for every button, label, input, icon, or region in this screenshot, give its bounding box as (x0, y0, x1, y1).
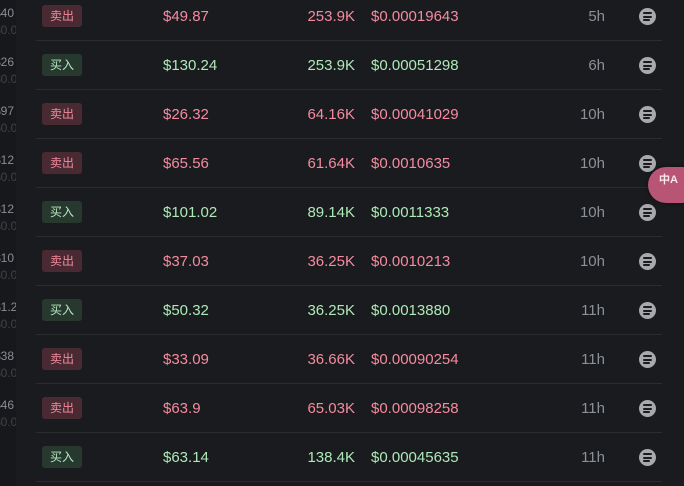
left-column-fragment: $1.2 (0, 300, 16, 314)
trade-age: 6h (588, 57, 605, 74)
trade-age: 10h (579, 253, 605, 270)
left-column-fragment: $46 (0, 398, 15, 412)
trade-type-badge: 卖出 (42, 152, 82, 174)
trade-type-badge: 卖出 (42, 397, 82, 419)
trade-price: $0.00090254 (371, 351, 459, 368)
list-detail-icon[interactable] (639, 400, 656, 417)
trade-row: 卖出 $63.9 65.03K $0.00098258 11h (36, 384, 662, 433)
trade-token-amount: 253.9K (307, 57, 355, 74)
trade-type-badge: 买入 (42, 446, 82, 468)
trade-row: 卖出 $26.32 64.16K $0.00041029 10h (36, 90, 662, 139)
trade-usd-value: $49.87 (163, 8, 209, 25)
trade-price: $0.0013880 (371, 302, 451, 319)
trade-age: 11h (581, 400, 605, 417)
left-column-fragment: $38 (0, 349, 15, 363)
trade-usd-value: $63.9 (163, 400, 201, 417)
trade-price: $0.00098258 (371, 400, 459, 417)
list-detail-icon[interactable] (639, 449, 656, 466)
trade-age: 10h (579, 106, 605, 123)
trade-usd-value: $65.56 (163, 155, 209, 172)
trade-age: 10h (579, 155, 605, 172)
left-column-fragment: $0.0 (0, 268, 16, 282)
trade-type-badge: 卖出 (42, 5, 82, 27)
trade-token-amount: 253.9K (307, 8, 355, 25)
trade-type-badge: 卖出 (42, 103, 82, 125)
trade-row: 卖出 $33.09 36.66K $0.00090254 11h (36, 335, 662, 384)
trade-age: 11h (581, 302, 605, 319)
left-column-fragment: $0.0 (0, 121, 16, 135)
trade-row: 买入 $130.24 253.9K $0.00051298 6h (36, 41, 662, 90)
trade-token-amount: 64.16K (307, 106, 355, 123)
trade-price: $0.00019643 (371, 8, 459, 25)
trade-type-badge: 买入 (42, 54, 82, 76)
trade-price: $0.00041029 (371, 106, 459, 123)
trade-usd-value: $26.32 (163, 106, 209, 123)
left-column-fragment: $0.0 (0, 366, 16, 380)
list-detail-icon[interactable] (639, 351, 656, 368)
trade-age: 5h (588, 8, 605, 25)
trade-price: $0.0010635 (371, 155, 451, 172)
translate-icon: 中A (659, 174, 678, 186)
trade-row: 卖出 $37.03 36.25K $0.0010213 10h (36, 237, 662, 286)
trade-usd-value: $33.09 (163, 351, 209, 368)
trade-row: 买入 $63.14 138.4K $0.00045635 11h (36, 433, 662, 482)
left-column-fragment: $40 (0, 6, 15, 20)
left-column-fragment: $0.0 (0, 170, 16, 184)
list-detail-icon[interactable] (639, 253, 656, 270)
trade-token-amount: 65.03K (307, 400, 355, 417)
left-column-fragment: $0.0 (0, 219, 16, 233)
trade-type-badge: 买入 (42, 201, 82, 223)
trade-type-badge: 卖出 (42, 348, 82, 370)
trade-price: $0.00045635 (371, 449, 459, 466)
trade-price: $0.0010213 (371, 253, 451, 270)
trade-age: 10h (579, 204, 605, 221)
trade-usd-value: $63.14 (163, 449, 209, 466)
list-detail-icon[interactable] (639, 57, 656, 74)
trade-row: 卖出 $65.56 61.64K $0.0010635 10h (36, 139, 662, 188)
trade-usd-value: $37.03 (163, 253, 209, 270)
trade-token-amount: 89.14K (307, 204, 355, 221)
list-detail-icon[interactable] (639, 106, 656, 123)
list-detail-icon[interactable] (639, 155, 656, 172)
left-column-fragment: $0.0 (0, 23, 16, 37)
trade-age: 11h (581, 351, 605, 368)
left-column-fragment: $97 (0, 104, 15, 118)
trade-type-badge: 买入 (42, 299, 82, 321)
trade-token-amount: 61.64K (307, 155, 355, 172)
trade-age: 11h (581, 449, 605, 466)
trade-token-amount: 36.25K (307, 302, 355, 319)
trade-usd-value: $101.02 (163, 204, 218, 221)
trade-row: 买入 $50.32 36.25K $0.0013880 11h (36, 286, 662, 335)
trade-row: 卖出 $49.87 253.9K $0.00019643 5h (36, 0, 662, 41)
trade-row: 买入 $101.02 89.14K $0.0011333 10h (36, 188, 662, 237)
left-column-fragment: $12 (0, 202, 15, 216)
trade-usd-value: $50.32 (163, 302, 209, 319)
trade-price: $0.0011333 (371, 204, 450, 221)
list-detail-icon[interactable] (639, 8, 656, 25)
trade-price: $0.00051298 (371, 57, 459, 74)
left-column-fragment: $0.0 (0, 72, 16, 86)
left-column-fragment: $12 (0, 153, 15, 167)
left-column-fragment: $0.0 (0, 317, 16, 331)
trade-token-amount: 138.4K (307, 449, 355, 466)
left-column-fragment: $26 (0, 55, 15, 69)
trade-token-amount: 36.25K (307, 253, 355, 270)
list-detail-icon[interactable] (639, 204, 656, 221)
trade-token-amount: 36.66K (307, 351, 355, 368)
left-column-overflow: $40 $0.0 $26 $0.0 $97 $0.0 $12 $0.0 $12 $0.0 $10 $0… (0, 0, 16, 486)
translate-button[interactable]: 中A (648, 167, 684, 203)
trade-type-badge: 卖出 (42, 250, 82, 272)
list-detail-icon[interactable] (639, 302, 656, 319)
left-column-fragment: $10 (0, 251, 15, 265)
trades-panel: 卖出 $49.87 253.9K $0.00019643 5h 买入 $130.24 253.… (16, 0, 684, 486)
trade-usd-value: $130.24 (163, 57, 218, 74)
left-column-fragment: $0.0 (0, 415, 16, 429)
